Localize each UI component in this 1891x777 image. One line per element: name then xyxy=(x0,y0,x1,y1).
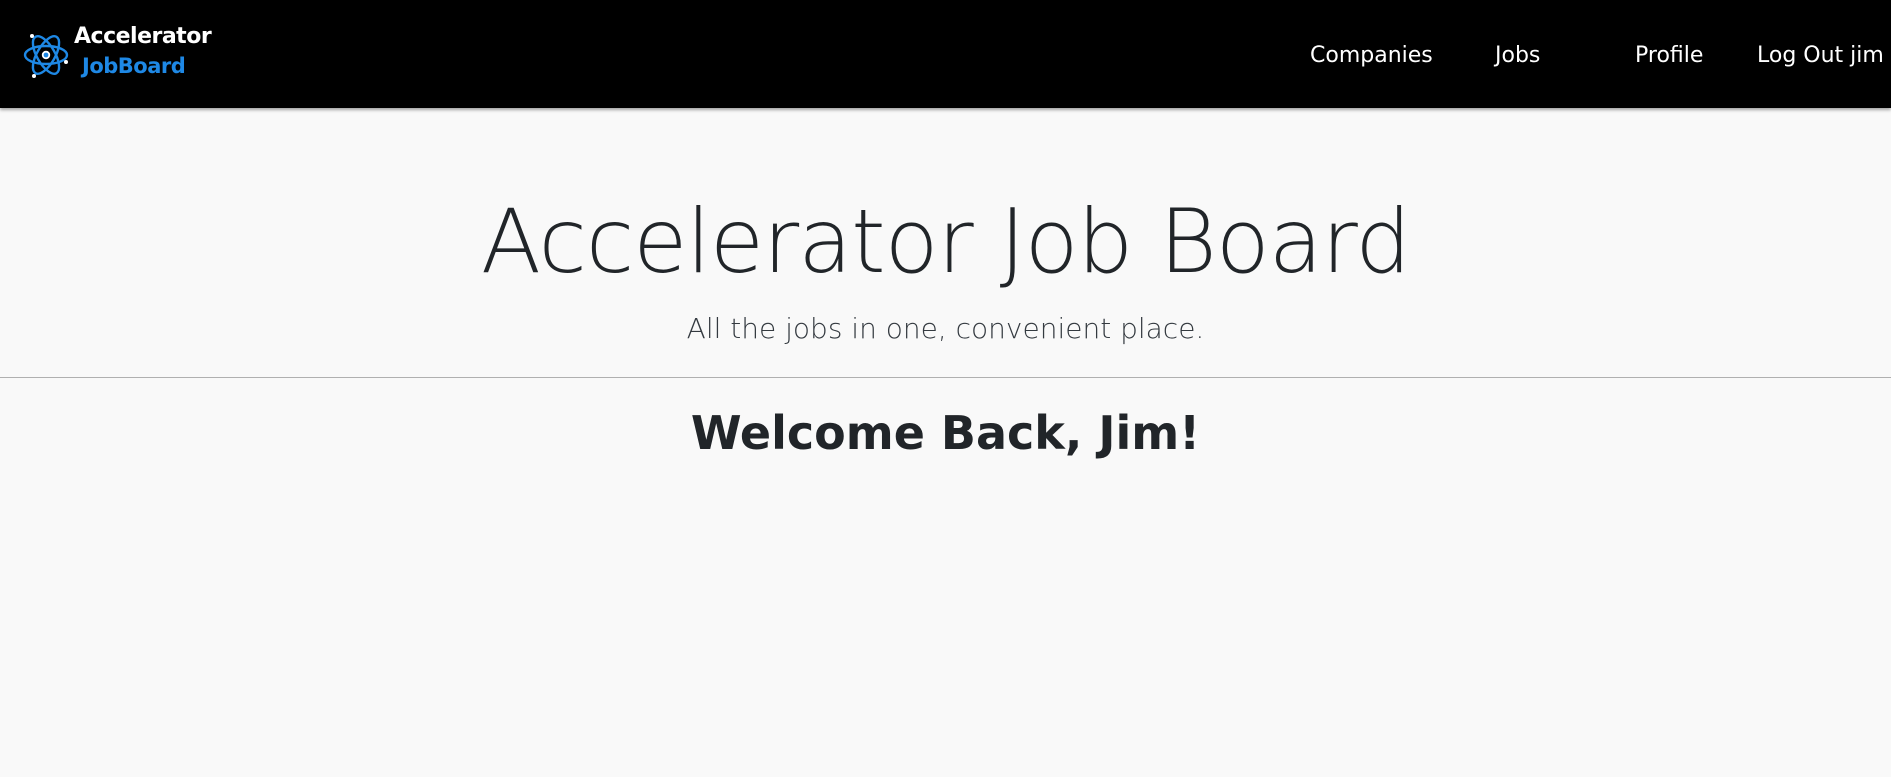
page-title: Accelerator Job Board xyxy=(480,190,1411,293)
hero-jumbotron: Accelerator Job Board All the jobs in on… xyxy=(0,108,1891,378)
top-navbar: Accelerator JobBoard Companies Jobs Prof… xyxy=(0,0,1891,108)
atom-icon xyxy=(23,34,69,78)
nav-link-logout[interactable]: Log Out jim xyxy=(1757,40,1884,72)
nav-link-companies[interactable]: Companies xyxy=(1310,40,1433,72)
nav-link-jobs[interactable]: Jobs xyxy=(1495,40,1540,72)
brand-name-line1: Accelerator xyxy=(74,24,212,49)
page-lead-text: All the jobs in one, convenient place. xyxy=(686,312,1205,345)
brand-name-line2: JobBoard xyxy=(82,54,186,78)
nav-link-profile[interactable]: Profile xyxy=(1635,40,1703,72)
hero-divider xyxy=(0,377,1891,378)
brand-logo-link[interactable]: Accelerator JobBoard xyxy=(22,24,212,88)
welcome-heading: Welcome Back, Jim! xyxy=(690,406,1201,460)
